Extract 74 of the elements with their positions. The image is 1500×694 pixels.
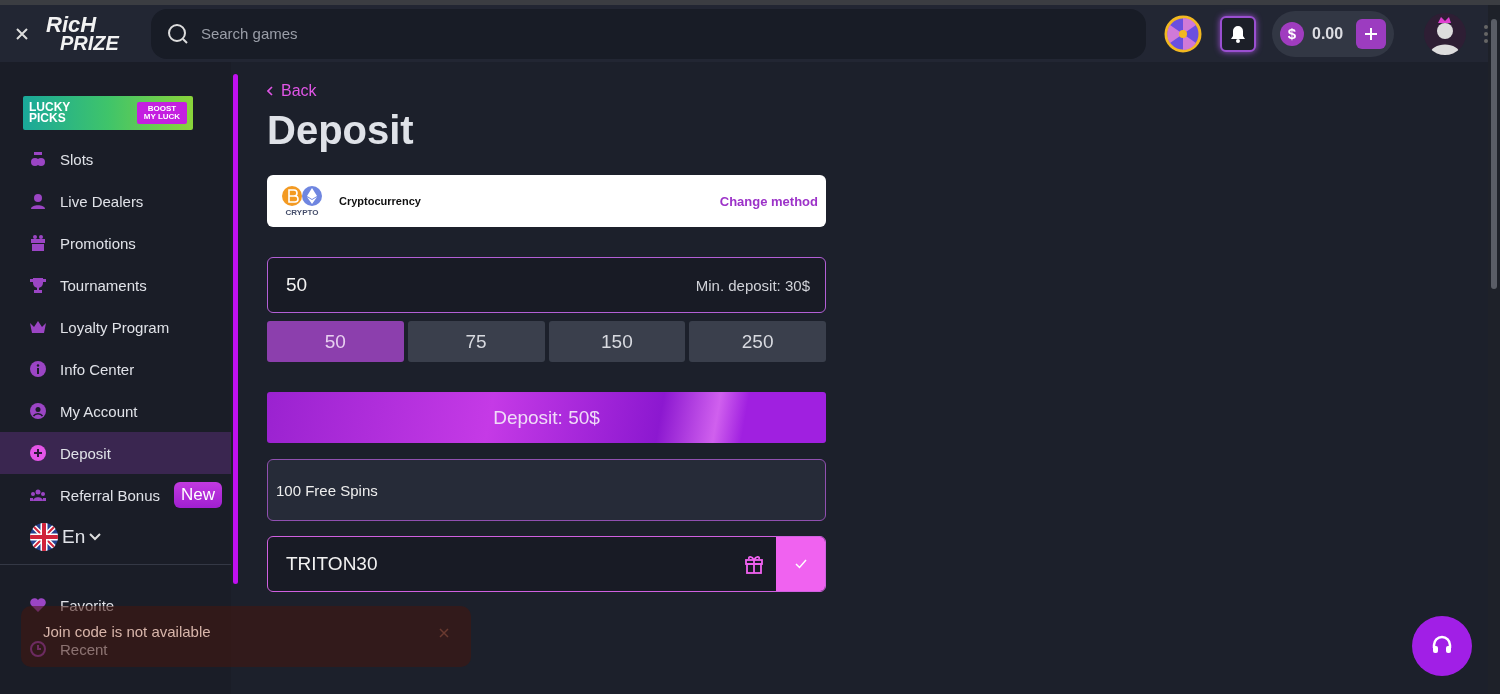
chevron-left-icon bbox=[267, 86, 273, 96]
search-field[interactable]: Search games bbox=[198, 24, 1130, 43]
sidebar-item[interactable]: Loyalty Program bbox=[0, 306, 231, 348]
sidebar-item[interactable]: Deposit bbox=[0, 432, 231, 474]
change-method-link[interactable]: Change method bbox=[719, 193, 818, 209]
promo-code-field[interactable]: TRITON30 bbox=[284, 552, 744, 576]
close-icon[interactable] bbox=[14, 25, 30, 42]
language-label: En bbox=[62, 526, 86, 548]
back-link[interactable]: Back bbox=[267, 82, 317, 100]
min-deposit-hint: Min. deposit: 30$ bbox=[695, 276, 810, 294]
account-icon bbox=[30, 403, 46, 419]
bell-icon bbox=[1230, 24, 1246, 43]
sidebar-item[interactable]: Favorite bbox=[60, 596, 115, 614]
check-icon bbox=[794, 559, 807, 569]
search-bar[interactable]: Search games bbox=[150, 8, 1146, 59]
sidebar-item-label: My Account bbox=[60, 402, 138, 420]
bonus-option[interactable]: 100 Free Spins bbox=[267, 459, 826, 521]
scrollbar-thumb[interactable] bbox=[233, 74, 238, 584]
page-title: Deposit bbox=[267, 108, 414, 153]
plus-icon bbox=[1364, 26, 1378, 41]
sidebar-item-label: Loyalty Program bbox=[60, 318, 170, 336]
clock-icon bbox=[30, 641, 46, 657]
deposit-button[interactable]: Deposit: 50$ bbox=[267, 392, 826, 443]
sidebar-item-label: Tournaments bbox=[60, 276, 147, 294]
sidebar-item-label: Promotions bbox=[60, 234, 136, 252]
support-button[interactable] bbox=[1412, 616, 1472, 676]
sidebar-item[interactable]: Promotions bbox=[0, 222, 231, 264]
language-selector[interactable]: En bbox=[0, 516, 231, 558]
lucky-picks-banner[interactable]: LUCKY PICKS BOOST MY LUCK bbox=[23, 96, 193, 130]
sidebar-item-label: Info Center bbox=[60, 360, 135, 378]
group-icon bbox=[30, 489, 46, 501]
crypto-coins-icon bbox=[281, 185, 323, 207]
avatar[interactable] bbox=[1424, 12, 1466, 55]
chevron-down-icon bbox=[89, 533, 102, 541]
add-funds-button[interactable] bbox=[1356, 18, 1386, 49]
notifications-button[interactable] bbox=[1220, 15, 1256, 52]
method-name: Cryptocurrency bbox=[339, 195, 421, 207]
heart-icon bbox=[30, 598, 46, 612]
sidebar-item-label: Referral Bonus bbox=[60, 486, 161, 504]
crown-icon bbox=[30, 321, 46, 333]
promo-code-frame[interactable]: TRITON30 bbox=[267, 536, 826, 592]
info-icon bbox=[30, 361, 46, 377]
sidebar-item[interactable]: Slots bbox=[0, 138, 231, 180]
sidebar-item[interactable]: My Account bbox=[0, 390, 231, 432]
amount-field[interactable]: 50 bbox=[284, 273, 696, 297]
sidebar-item[interactable]: Live Dealers bbox=[0, 180, 231, 222]
logo[interactable]: RicH PRIZE bbox=[46, 14, 119, 53]
plus-circle-icon bbox=[30, 445, 46, 461]
amount-preset-button[interactable]: 50 bbox=[267, 321, 404, 362]
amount-preset-button[interactable]: 250 bbox=[689, 321, 826, 362]
new-badge: New bbox=[174, 482, 223, 508]
trophy-icon bbox=[30, 277, 46, 293]
more-icon[interactable] bbox=[1484, 24, 1488, 43]
sidebar-item[interactable]: Info Center bbox=[0, 348, 231, 390]
amount-field-frame[interactable]: 50 Min. deposit: 30$ bbox=[267, 257, 826, 313]
sidebar-item-label: Deposit bbox=[60, 444, 111, 462]
amount-preset-button[interactable]: 150 bbox=[548, 321, 686, 362]
sidebar-item-label: Slots bbox=[60, 150, 94, 168]
uk-flag-icon bbox=[30, 523, 58, 551]
prize-wheel-icon[interactable] bbox=[1164, 14, 1202, 53]
person-icon bbox=[30, 193, 46, 209]
sidebar-item[interactable]: Recent bbox=[60, 640, 108, 658]
search-icon[interactable] bbox=[166, 22, 189, 45]
gift-icon bbox=[744, 554, 764, 574]
gift-icon bbox=[30, 235, 46, 251]
scrollbar-thumb[interactable] bbox=[1491, 19, 1497, 289]
sidebar-item[interactable]: Tournaments bbox=[0, 264, 231, 306]
toast-message: Join code is not available bbox=[43, 623, 211, 640]
sidebar-item[interactable]: Referral Bonus New bbox=[0, 474, 231, 516]
balance-amount: 0.00 bbox=[1312, 24, 1344, 43]
currency-symbol: $ bbox=[1280, 21, 1304, 46]
sidebar-item-label: Live Dealers bbox=[60, 192, 144, 210]
crypto-caption: CRYPTO bbox=[285, 208, 319, 217]
amount-preset-button[interactable]: 75 bbox=[407, 321, 545, 362]
